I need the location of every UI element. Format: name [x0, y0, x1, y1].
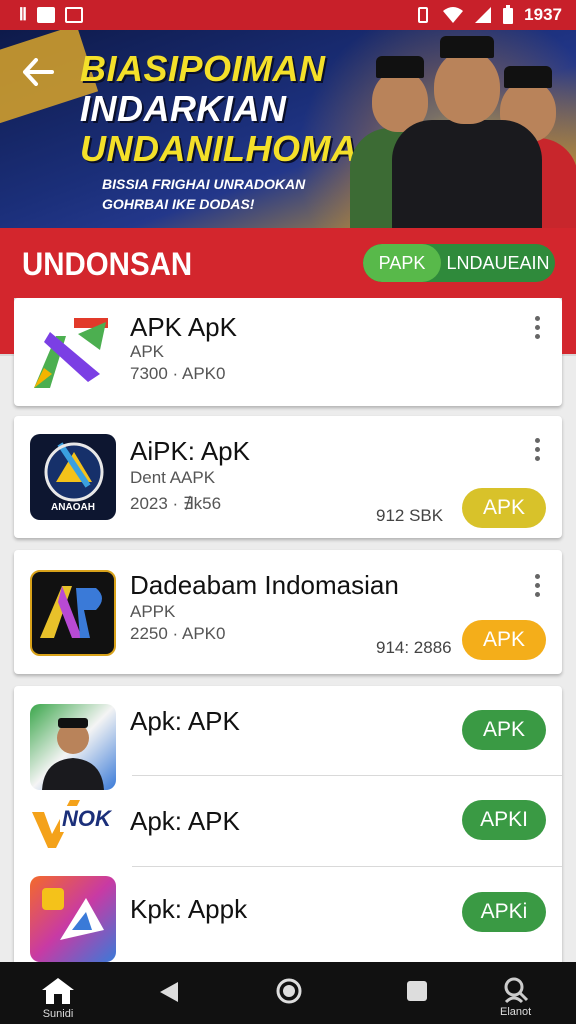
nav-home[interactable]: Sunidi — [40, 976, 76, 1020]
more-options-icon[interactable] — [532, 574, 542, 597]
banner-title-line-2: INDARKIAN — [80, 88, 287, 129]
arrow-left-icon — [23, 58, 54, 86]
vibrate-icon — [418, 7, 429, 23]
nav-back[interactable] — [158, 980, 180, 1004]
install-apk-button[interactable]: APK — [462, 620, 546, 660]
more-options-icon[interactable] — [532, 316, 542, 339]
search-icon — [504, 977, 528, 1004]
home-icon — [42, 978, 74, 1004]
app-name: AiPK: ApK — [130, 436, 250, 466]
status-bar: Ⅱ 1937 — [0, 0, 576, 30]
app-list[interactable]: APK ApK APK 7300 · APK0 ANAOAH AiPK: ApK… — [0, 298, 576, 962]
clock: 1937 — [524, 5, 562, 24]
app-size: 912 SBK — [376, 506, 444, 525]
more-options-icon[interactable] — [532, 438, 542, 461]
square-recents-icon — [407, 981, 427, 1001]
app-card-group[interactable]: Apk: APK APK NOK Apk: APK APKI Kpk: Appk… — [14, 686, 562, 962]
banner-title-line-3: UNDANILHOMA — [80, 128, 358, 169]
nav-recents[interactable] — [406, 980, 428, 1002]
app-icon — [30, 876, 116, 962]
app-meta: 2250 · APK0 — [130, 624, 226, 643]
nav-profile-label: Elanot — [500, 1006, 532, 1018]
app-developer: Dent AAPK — [130, 468, 216, 487]
signal-icon — [475, 7, 492, 23]
status-left-glyph: Ⅱ — [14, 5, 28, 24]
wifi-icon — [443, 7, 464, 23]
app-icon: NOK — [30, 790, 116, 852]
app-icon-label: ANAOAH — [51, 502, 95, 513]
nav-home-label: Sunidi — [42, 1008, 74, 1020]
image-icon — [65, 7, 84, 23]
toggle-option-lndaueain[interactable]: LNDAUEAIN — [441, 244, 555, 282]
banner-subtitle-line-2: GOHRBAI IKE DODAS! — [102, 196, 255, 212]
app-meta: 2023 · ∄k56 — [130, 494, 222, 513]
app-icon — [30, 704, 116, 790]
banner-person-center — [392, 36, 542, 228]
battery-icon — [503, 5, 514, 24]
app-name: Apk: APK — [130, 806, 240, 836]
app-name: APK ApK — [130, 312, 237, 342]
app-developer: APK — [130, 342, 165, 361]
app-size: 914: 2886 — [376, 638, 452, 657]
install-apk-button[interactable]: APK — [462, 488, 546, 528]
notification-icon — [37, 7, 56, 23]
install-apk-button[interactable]: APKI — [462, 800, 546, 840]
nav-profile[interactable]: Elanot — [500, 976, 531, 1018]
back-triangle-icon — [160, 982, 178, 1002]
promo-banner[interactable]: BIASIPOIMAN INDARKIAN UNDANILHOMA BISSIA… — [0, 30, 576, 228]
app-name: Apk: APK — [130, 706, 240, 736]
bottom-nav: Sunidi Elanot — [0, 962, 576, 1024]
section-header: UNDONSAN PAPK LNDAUEAIN — [0, 228, 576, 298]
install-apk-button[interactable]: APK — [462, 710, 546, 750]
section-title: UNDONSAN — [22, 246, 193, 282]
toggle-option-papk[interactable]: PAPK — [363, 244, 441, 282]
banner-subtitle-line-1: BISSIA FRIGHAI UNRADOKAN — [102, 176, 306, 192]
app-icon — [30, 312, 116, 398]
app-meta: 7300 · APK0 — [130, 364, 226, 383]
app-card[interactable]: Dadeabam Indomasian APPK 2250 · APK0 914… — [14, 550, 562, 674]
app-icon-label: NOK — [62, 806, 111, 831]
app-card[interactable]: ANAOAH AiPK: ApK Dent AAPK 2023 · ∄k56 9… — [14, 416, 562, 538]
filter-toggle[interactable]: PAPK LNDAUEAIN — [363, 244, 555, 282]
nav-home-button[interactable] — [276, 978, 302, 1004]
app-icon — [30, 570, 116, 656]
banner-title-line-1: BIASIPOIMAN — [80, 48, 326, 89]
app-card[interactable]: APK ApK APK 7300 · APK0 — [14, 298, 562, 406]
back-button[interactable] — [16, 50, 60, 94]
install-apk-button[interactable]: APKi — [462, 892, 546, 932]
app-name: Dadeabam Indomasian — [130, 570, 399, 600]
circle-home-icon — [276, 978, 302, 1004]
app-name: Kpk: Appk — [130, 894, 248, 924]
app-developer: APPK — [130, 602, 176, 621]
